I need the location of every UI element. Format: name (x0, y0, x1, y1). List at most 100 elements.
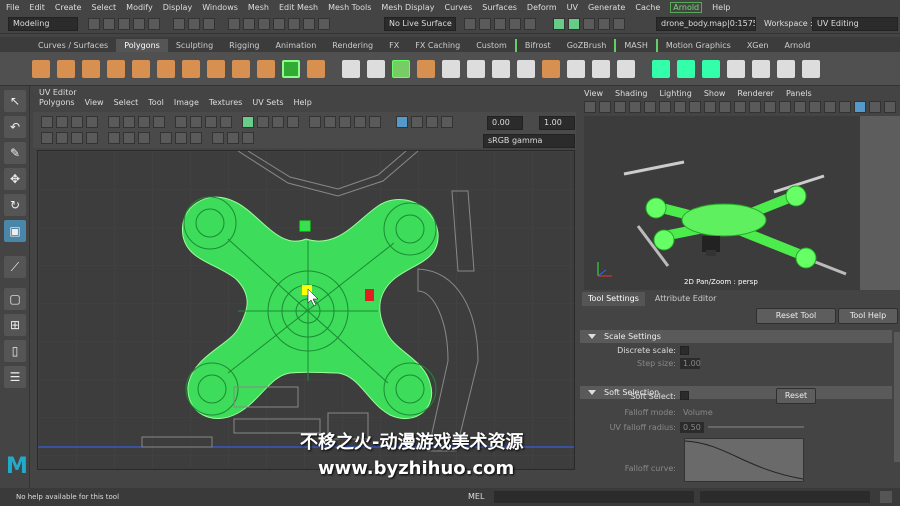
align-u-icon[interactable] (257, 116, 269, 128)
multi-cut-icon[interactable] (567, 59, 585, 78)
straighten-icon[interactable] (287, 116, 299, 128)
smooth-icon[interactable] (417, 59, 435, 78)
panel-scrollbar[interactable] (894, 332, 900, 462)
poly-cylinder-icon[interactable] (82, 59, 100, 78)
mel-input[interactable] (494, 491, 694, 503)
uv-falloff-slider[interactable] (708, 426, 804, 428)
film-gate-icon[interactable] (659, 101, 671, 113)
poly-torus-icon[interactable] (132, 59, 150, 78)
scale-settings-header[interactable]: Scale Settings (580, 330, 892, 343)
snap-grid-icon[interactable] (228, 18, 240, 30)
paste-uv-icon[interactable] (227, 132, 239, 144)
textured-icon[interactable] (794, 101, 806, 113)
script-editor-icon[interactable] (880, 491, 892, 503)
xray-icon[interactable] (598, 18, 610, 30)
falloff-curve-graph[interactable] (684, 438, 804, 482)
menu-create[interactable]: Create (55, 3, 82, 12)
fill-hole-icon[interactable] (542, 59, 560, 78)
hypershade-icon[interactable] (524, 18, 536, 30)
menu-select[interactable]: Select (91, 3, 116, 12)
reset-button[interactable]: Reset (776, 388, 816, 404)
snap-view-icon[interactable] (273, 18, 285, 30)
bevel-icon[interactable] (517, 59, 535, 78)
undo-icon[interactable] (133, 18, 145, 30)
sew-uv-toolbar-icon[interactable] (190, 116, 202, 128)
poly-cube-icon[interactable] (57, 59, 75, 78)
shelf-tab-fx[interactable]: FX (381, 39, 407, 52)
snap-surface-icon[interactable] (288, 18, 300, 30)
tool-help-button[interactable]: Tool Help (838, 308, 898, 324)
uv-menu-help[interactable]: Help (294, 98, 312, 110)
safe-action-icon[interactable] (719, 101, 731, 113)
outliner-layout-icon[interactable]: ☰ (4, 366, 26, 388)
ipr-render-icon[interactable] (494, 18, 506, 30)
cut-uv-icon[interactable] (175, 116, 187, 128)
shelf-tab-polygons[interactable]: Polygons (116, 39, 168, 52)
extrude-icon[interactable] (467, 59, 485, 78)
rotate-ccw-icon[interactable] (138, 116, 150, 128)
poly-pipe-icon[interactable] (257, 59, 275, 78)
isolate-select-icon[interactable] (854, 101, 866, 113)
wireframe-icon[interactable] (749, 101, 761, 113)
mirror-icon[interactable] (392, 59, 410, 78)
menu-mesh[interactable]: Mesh (248, 3, 269, 12)
move-tool-icon[interactable]: ✥ (4, 168, 26, 190)
uv-menu-uv-sets[interactable]: UV Sets (252, 98, 283, 110)
shelf-tab-mash[interactable]: MASH (614, 39, 655, 52)
menu-uv[interactable]: UV (567, 3, 578, 12)
playblast-icon[interactable] (583, 18, 595, 30)
image-display-icon[interactable] (108, 132, 120, 144)
bridge-icon[interactable] (492, 59, 510, 78)
exposure-field[interactable]: 0.00 (487, 116, 523, 130)
planar-map-icon[interactable] (652, 59, 670, 78)
texture-borders-icon[interactable] (41, 132, 53, 144)
tab-tool-settings[interactable]: Tool Settings (582, 292, 645, 306)
discrete-scale-checkbox[interactable] (680, 346, 689, 355)
transform-uv-icon[interactable] (369, 116, 381, 128)
menu-curves[interactable]: Curves (444, 3, 472, 12)
cycle-uv-icon[interactable] (242, 132, 254, 144)
save-scene-icon[interactable] (118, 18, 130, 30)
filter-icon[interactable] (190, 132, 202, 144)
shelf-tab-bifrost[interactable]: Bifrost (514, 39, 559, 52)
shelf-tab-curves-surfaces[interactable]: Curves / Surfaces (30, 39, 116, 52)
display-grid-icon[interactable] (396, 116, 408, 128)
shelf-tab-rigging[interactable]: Rigging (221, 39, 267, 52)
workspace-dropdown[interactable]: UV Editing (812, 17, 898, 31)
shelf-tab-fx-caching[interactable]: FX Caching (407, 39, 468, 52)
menu-file[interactable]: File (6, 3, 19, 12)
menu-mesh-display[interactable]: Mesh Display (381, 3, 434, 12)
exposure-icon[interactable] (411, 116, 423, 128)
persp-menu-show[interactable]: Show (704, 89, 726, 98)
persp-menu-panels[interactable]: Panels (786, 89, 812, 98)
snap-point-icon[interactable] (258, 18, 270, 30)
shelf-tab-animation[interactable]: Animation (267, 39, 324, 52)
menu-windows[interactable]: Windows (202, 3, 238, 12)
wire-on-shaded-icon[interactable] (779, 101, 791, 113)
menu-cache[interactable]: Cache (635, 3, 660, 12)
spherical-map-icon[interactable] (727, 59, 745, 78)
lasso-tool-icon[interactable]: ↶ (4, 116, 26, 138)
uv-select-icon[interactable] (41, 116, 53, 128)
poly-plane-icon[interactable] (157, 59, 175, 78)
channel-alpha-icon[interactable] (175, 132, 187, 144)
color-space-dropdown[interactable]: sRGB gamma (483, 134, 575, 148)
menu-edit[interactable]: Edit (29, 3, 45, 12)
menu-edit-mesh[interactable]: Edit Mesh (279, 3, 318, 12)
xray-view-icon[interactable] (869, 101, 881, 113)
smooth-shade-icon[interactable] (764, 101, 776, 113)
uv-menu-polygons[interactable]: Polygons (39, 98, 75, 110)
shaded-uv-icon[interactable] (86, 132, 98, 144)
redo-icon[interactable] (148, 18, 160, 30)
select-hierarchy-icon[interactable] (173, 18, 185, 30)
uv-menu-view[interactable]: View (85, 98, 104, 110)
reset-tool-button[interactable]: Reset Tool (756, 308, 836, 324)
live-surface-field[interactable]: No Live Surface (384, 17, 456, 31)
grid-toggle-icon[interactable] (644, 101, 656, 113)
color-managed-icon[interactable] (441, 116, 453, 128)
two-view-icon[interactable]: ▯ (4, 340, 26, 362)
step-size-field[interactable]: 1.00 (680, 358, 701, 369)
soft-select-checkbox[interactable] (680, 391, 689, 400)
poly-disc-icon[interactable] (182, 59, 200, 78)
snap-uv-icon[interactable] (339, 116, 351, 128)
